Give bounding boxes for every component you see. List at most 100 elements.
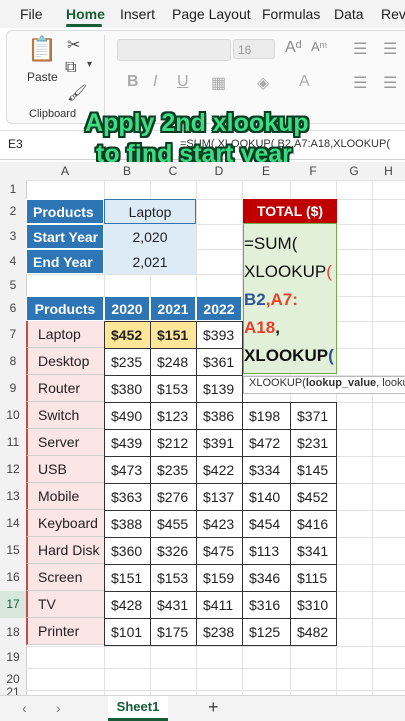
- table-cell-value[interactable]: $235: [104, 348, 151, 376]
- table-cell-value[interactable]: $238: [196, 618, 243, 646]
- table-row-product[interactable]: TV: [26, 591, 104, 618]
- row-header-15[interactable]: 15: [0, 537, 26, 564]
- row-header-13[interactable]: 13: [0, 483, 26, 510]
- input-product[interactable]: Laptop: [104, 199, 196, 224]
- input-end-year[interactable]: 2,021: [104, 249, 196, 274]
- increase-font-icon[interactable]: Aᵈ: [285, 39, 302, 57]
- table-cell-value[interactable]: $235: [150, 456, 197, 484]
- row-header-17[interactable]: 17: [0, 591, 26, 618]
- table-cell-extra-value[interactable]: $231: [290, 429, 337, 457]
- table-header-2020[interactable]: 2020: [104, 296, 150, 321]
- table-row-product[interactable]: USB: [26, 456, 104, 483]
- table-cell-extra-value[interactable]: $341: [290, 537, 337, 565]
- row-header-5[interactable]: 5: [0, 274, 26, 296]
- label-products[interactable]: Products: [26, 199, 104, 224]
- table-cell-value[interactable]: $151: [104, 564, 151, 592]
- table-cell-extra-value[interactable]: $454: [242, 510, 291, 538]
- row-header-8[interactable]: 8: [0, 348, 26, 375]
- row-header-10[interactable]: 10: [0, 402, 26, 429]
- paste-button-label[interactable]: Paste: [27, 70, 58, 84]
- font-size-select[interactable]: 16: [233, 39, 275, 59]
- add-sheet-button[interactable]: +: [208, 697, 219, 718]
- copy-dropdown-icon[interactable]: ▾: [87, 59, 92, 70]
- table-cell-extra-value[interactable]: $310: [290, 591, 337, 619]
- table-cell-extra-value[interactable]: $198: [242, 402, 291, 430]
- table-cell-value[interactable]: $431: [150, 591, 197, 619]
- align-center-icon[interactable]: ☰: [383, 73, 397, 93]
- row-header-6[interactable]: 6: [0, 296, 26, 321]
- table-cell-extra-value[interactable]: $472: [242, 429, 291, 457]
- table-row-product[interactable]: Laptop: [26, 321, 104, 348]
- table-cell-value[interactable]: $393: [196, 321, 243, 349]
- bold-button[interactable]: B: [127, 73, 139, 91]
- table-cell-value[interactable]: $123: [150, 402, 197, 430]
- table-cell-value[interactable]: $411: [196, 591, 243, 619]
- row-header-3[interactable]: 3: [0, 224, 26, 249]
- table-cell-value[interactable]: $475: [196, 537, 243, 565]
- paste-icon[interactable]: 📋: [27, 35, 57, 64]
- column-header-h[interactable]: H: [372, 164, 405, 178]
- row-header-4[interactable]: 4: [0, 249, 26, 274]
- row-header-12[interactable]: 12: [0, 456, 26, 483]
- table-cell-value[interactable]: $153: [150, 375, 197, 403]
- total-header[interactable]: TOTAL ($): [243, 199, 337, 223]
- tab-formulas[interactable]: Formulas: [262, 6, 320, 22]
- tab-data[interactable]: Data: [334, 6, 364, 22]
- table-cell-extra-value[interactable]: $482: [290, 618, 337, 646]
- table-row-product[interactable]: Desktop: [26, 348, 104, 375]
- column-header-c[interactable]: C: [150, 164, 196, 178]
- column-header-e[interactable]: E: [242, 164, 290, 178]
- table-row-product[interactable]: Mobile: [26, 483, 104, 510]
- table-cell-value[interactable]: $422: [196, 456, 243, 484]
- table-cell-extra-value[interactable]: $113: [242, 537, 291, 565]
- row-header-9[interactable]: 9: [0, 375, 26, 402]
- table-cell-extra-value[interactable]: $346: [242, 564, 291, 592]
- table-header-2022[interactable]: 2022: [196, 296, 242, 321]
- tab-page-layout[interactable]: Page Layout: [172, 6, 251, 22]
- underline-button[interactable]: U: [177, 73, 189, 91]
- table-cell-value[interactable]: $212: [150, 429, 197, 457]
- table-cell-value[interactable]: $455: [150, 510, 197, 538]
- table-cell-value[interactable]: $428: [104, 591, 151, 619]
- table-row-product[interactable]: Server: [26, 429, 104, 456]
- table-header-2021[interactable]: 2021: [150, 296, 196, 321]
- cut-icon[interactable]: ✂: [67, 35, 80, 55]
- table-cell-value[interactable]: $452: [104, 321, 151, 349]
- column-header-g[interactable]: G: [336, 164, 372, 178]
- table-cell-extra-value[interactable]: $140: [242, 483, 291, 511]
- font-family-select[interactable]: [117, 39, 231, 61]
- align-left-icon[interactable]: ☰: [353, 73, 367, 93]
- row-header-11[interactable]: 11: [0, 429, 26, 456]
- table-header-products[interactable]: Products: [26, 296, 104, 321]
- function-tooltip[interactable]: XLOOKUP(lookup_value, looku: [243, 376, 405, 394]
- label-end-year[interactable]: End Year: [26, 249, 104, 274]
- row-header-16[interactable]: 16: [0, 564, 26, 591]
- decrease-font-icon[interactable]: Aᵐ: [311, 39, 327, 54]
- row-header-1[interactable]: 1: [0, 180, 26, 199]
- name-box[interactable]: E3: [8, 137, 23, 151]
- table-row-product[interactable]: Printer: [26, 618, 104, 645]
- table-cell-value[interactable]: $139: [196, 375, 243, 403]
- table-cell-value[interactable]: $360: [104, 537, 151, 565]
- table-cell-extra-value[interactable]: $125: [242, 618, 291, 646]
- table-cell-value[interactable]: $363: [104, 483, 151, 511]
- tab-insert[interactable]: Insert: [120, 6, 155, 22]
- table-cell-value[interactable]: $386: [196, 402, 243, 430]
- tab-home[interactable]: Home: [66, 6, 105, 22]
- table-row-product[interactable]: Keyboard: [26, 510, 104, 537]
- table-cell-value[interactable]: $391: [196, 429, 243, 457]
- format-painter-icon[interactable]: 🖌: [67, 83, 87, 103]
- table-cell-extra-value[interactable]: $416: [290, 510, 337, 538]
- fill-color-icon[interactable]: ◈: [257, 73, 269, 93]
- table-row-product[interactable]: Switch: [26, 402, 104, 429]
- table-cell-value[interactable]: $473: [104, 456, 151, 484]
- column-header-f[interactable]: F: [290, 164, 336, 178]
- tab-file[interactable]: File: [20, 6, 43, 22]
- table-cell-value[interactable]: $361: [196, 348, 243, 376]
- table-cell-extra-value[interactable]: $452: [290, 483, 337, 511]
- table-cell-extra-value[interactable]: $316: [242, 591, 291, 619]
- row-header-14[interactable]: 14: [0, 510, 26, 537]
- table-cell-value[interactable]: $380: [104, 375, 151, 403]
- table-cell-value[interactable]: $439: [104, 429, 151, 457]
- table-row-product[interactable]: Hard Disk: [26, 537, 104, 564]
